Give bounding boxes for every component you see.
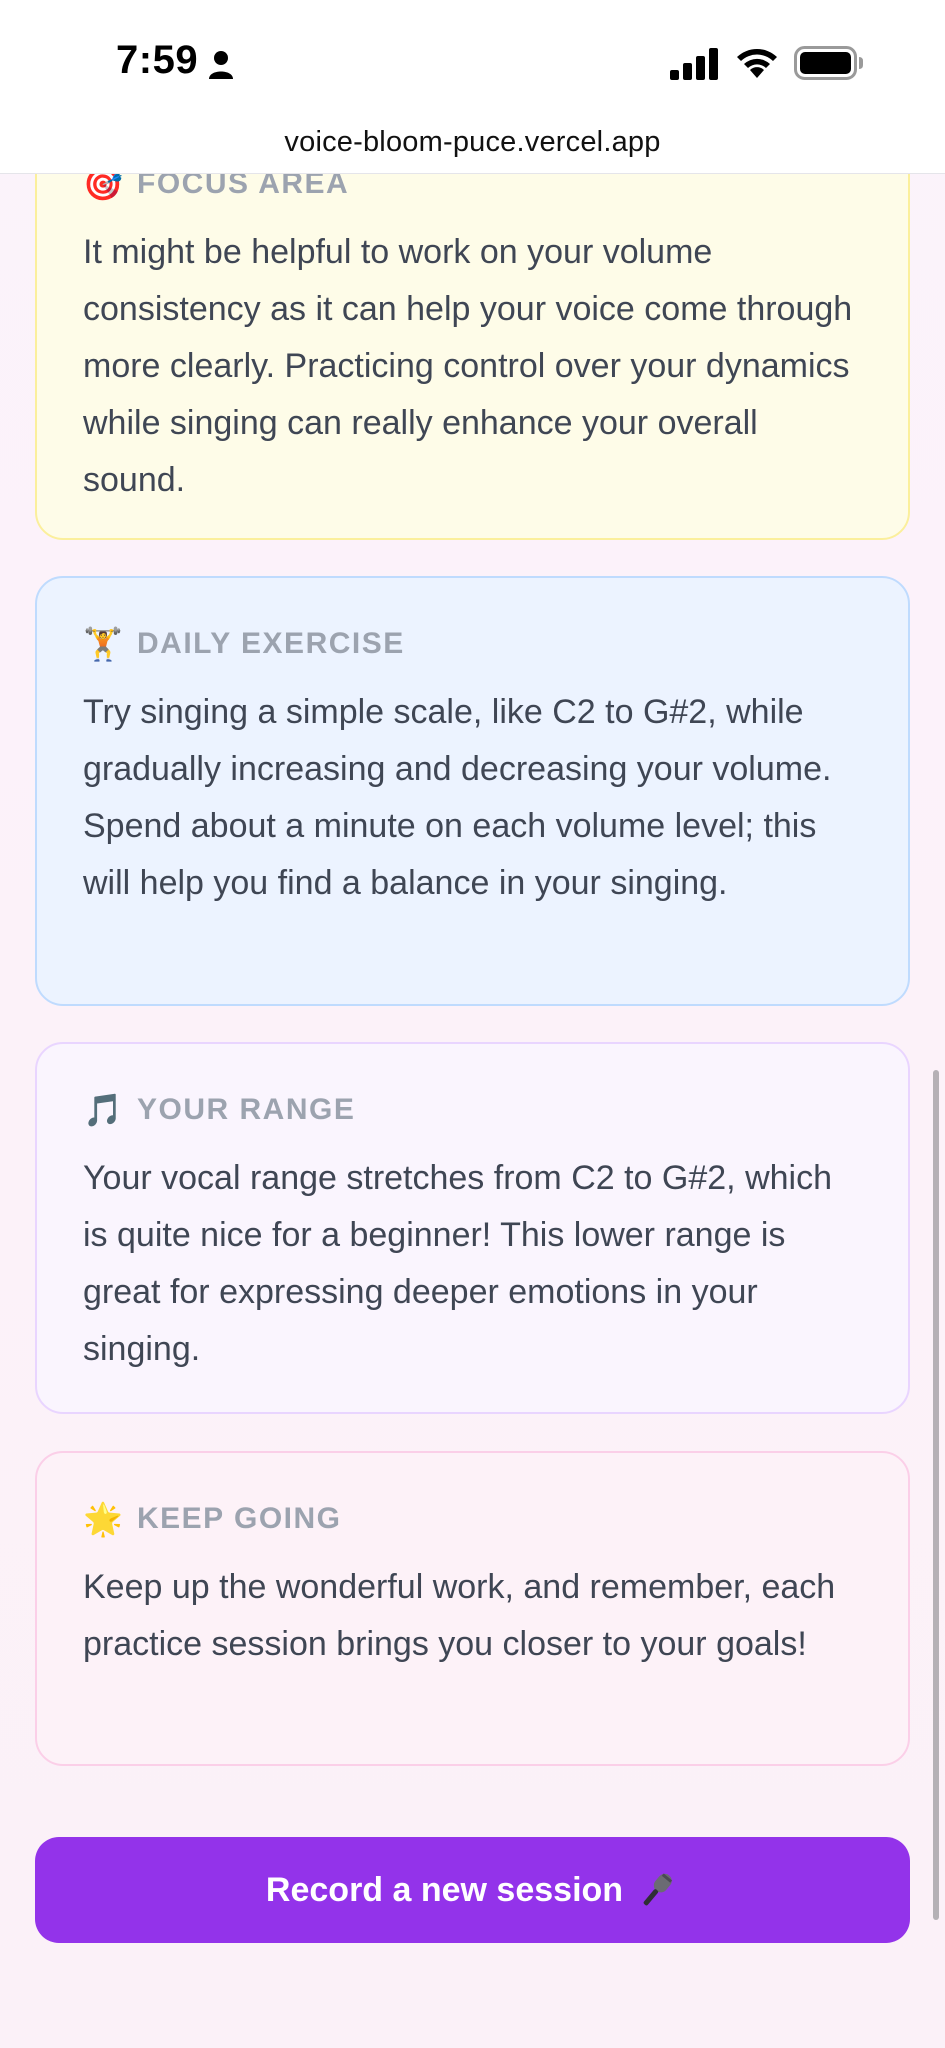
daily-exercise-card: 🏋️ DAILY EXERCISE Try singing a simple s… (35, 576, 910, 1006)
card-body: Keep up the wonderful work, and remember… (83, 1568, 836, 1663)
person-icon (209, 51, 233, 79)
status-time: 7:59 (116, 38, 199, 82)
star-icon: 🌟 (83, 1501, 123, 1537)
status-bar: 7:59 (0, 0, 945, 122)
card-title: YOUR RANGE (137, 1093, 356, 1126)
url-text[interactable]: voice-bloom-puce.vercel.app (284, 126, 660, 159)
weightlifter-icon: 🏋️ (83, 626, 123, 662)
your-range-card: 🎵 YOUR RANGE Your vocal range stretches … (35, 1042, 910, 1414)
music-note-icon: 🎵 (83, 1092, 123, 1128)
card-title: DAILY EXERCISE (137, 627, 405, 660)
card-body: Your vocal range stretches from C2 to G#… (83, 1159, 832, 1368)
card-body: Try singing a simple scale, like C2 to G… (83, 693, 832, 902)
record-button-label: Record a new session (265, 1870, 624, 1909)
focus-area-card: 🎯 FOCUS AREA It might be helpful to work… (35, 110, 910, 540)
card-header: 🏋️ DAILY EXERCISE (83, 624, 862, 664)
keep-going-card: 🌟 KEEP GOING Keep up the wonderful work,… (35, 1451, 910, 1766)
signal-icon (670, 48, 718, 80)
card-header: 🎵 YOUR RANGE (83, 1090, 862, 1130)
card-title: KEEP GOING (137, 1502, 342, 1535)
insights-page: 🎯 FOCUS AREA It might be helpful to work… (0, 0, 945, 2048)
record-new-session-button[interactable]: Record a new session (35, 1837, 910, 1943)
microphone-icon (643, 1873, 673, 1906)
browser-address-bar[interactable]: voice-bloom-puce.vercel.app (0, 122, 945, 174)
scrollbar[interactable] (933, 1070, 939, 1920)
card-body: It might be helpful to work on your volu… (83, 233, 853, 499)
wifi-icon (737, 49, 777, 78)
card-header: 🌟 KEEP GOING (83, 1499, 862, 1539)
battery-icon (794, 46, 863, 80)
